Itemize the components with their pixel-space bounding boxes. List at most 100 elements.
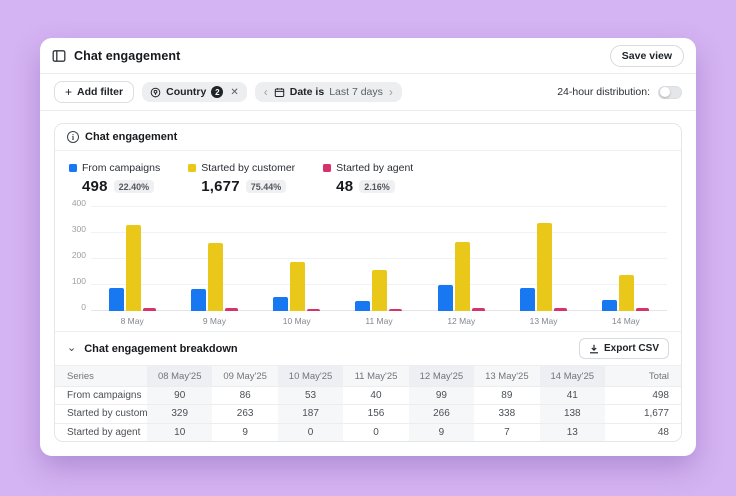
bar[interactable] [520,287,536,311]
country-filter-chip[interactable]: Country 2 ✕ [142,82,247,102]
x-axis-tick-label: 14 May [611,316,640,326]
bar[interactable] [355,300,371,311]
legend-value: 48 [336,178,354,195]
bar[interactable] [471,308,485,311]
value-cell: 90 [147,387,213,405]
legend-item-header: From campaigns [69,162,160,174]
bar[interactable] [307,309,321,311]
save-view-button[interactable]: Save view [609,45,684,67]
value-cell: 329 [147,405,213,423]
value-cell: 86 [239,390,251,402]
x-axis-tick-label: 9 May [202,316,226,326]
legend-percent-badge: 2.16% [359,180,395,193]
series-cell: Started by agent [67,426,141,438]
column-header: Total [648,370,669,382]
export-csv-button[interactable]: Export CSV [578,338,669,359]
series-cell: Started by customer [67,408,147,420]
breakdown-table: Series 08 May'25 09 May'25 10 May'25 11 May'… [55,365,681,441]
bar[interactable] [372,270,388,311]
plus-icon: + [65,85,73,99]
column-header: 09 May'25 [223,370,267,382]
card-title: Chat engagement [85,131,178,143]
download-icon [589,344,599,354]
value-cell: 7 [504,426,510,438]
table-row[interactable]: From campaigns 90 86 53 40 99 89 41 498 [55,386,681,405]
bar[interactable] [273,297,289,311]
value-cell: 138 [539,405,605,423]
legend-item[interactable]: Started by customer 1,677 75.44% [188,162,295,195]
bar[interactable] [108,287,124,311]
bar[interactable] [554,308,568,311]
bar-group [502,207,584,311]
bar[interactable] [389,309,403,311]
legend-value: 498 [82,178,108,195]
legend-swatch [69,164,77,172]
legend-stats: 1,677 75.44% [201,178,295,195]
bar[interactable] [125,225,141,311]
x-axis-tick-label: 8 May [120,316,144,326]
total-cell: 48 [657,426,669,438]
date-filter-chip[interactable]: ‹ Date is Last 7 days › [254,82,402,102]
bar[interactable] [602,300,618,311]
chat-engagement-card: i Chat engagement From campaigns 498 22.40… [54,123,682,442]
bar[interactable] [437,285,453,311]
legend-item[interactable]: From campaigns 498 22.40% [69,162,160,195]
value-cell: 187 [277,405,344,423]
app-window: Chat engagement Save view + Add filter C… [40,38,696,456]
legend-item[interactable]: Started by agent 48 2.16% [323,162,413,195]
legend-label: Started by customer [201,162,296,174]
export-csv-label: Export CSV [603,343,659,354]
value-cell: 13 [539,423,605,441]
close-icon[interactable]: ✕ [230,87,238,98]
y-axis-tick-label: 0 [81,302,86,312]
bar-group [420,207,502,311]
bar[interactable] [142,308,156,311]
bar[interactable] [619,275,635,311]
legend-item-header: Started by agent [323,162,413,174]
value-cell: 10 [147,423,213,441]
y-axis: 0 100 200 300 400 [65,198,91,329]
value-cell: 40 [370,390,382,402]
sidebar-panel-icon[interactable] [52,49,66,63]
value-cell: 338 [498,408,516,420]
info-icon: i [67,131,79,143]
legend-value: 1,677 [201,178,240,195]
chevron-down-icon[interactable]: ⌄ [67,343,76,354]
value-cell: 266 [408,405,475,423]
x-axis-tick-label: 11 May [365,316,393,326]
filter-bar: + Add filter Country 2 ✕ ‹ Date is Last … [40,74,696,111]
add-filter-label: Add filter [77,86,124,98]
distribution-toggle[interactable] [658,85,682,99]
value-cell: 0 [277,423,344,441]
column-header: 10 May'25 [277,366,344,386]
table-row[interactable]: Started by agent 10 9 0 0 9 7 13 48 [55,422,681,441]
window-header: Chat engagement Save view [40,38,696,74]
bar[interactable] [537,223,553,311]
distribution-label: 24-hour distribution: [557,86,650,98]
table-row[interactable]: Started by customer329 263 187 156 266 338 138… [55,404,681,423]
bar[interactable] [190,288,206,311]
bar-chart: 0 100 200 300 400 8 May 9 May 10 May 11 May 12 M… [55,198,681,331]
bar[interactable] [290,262,306,311]
bar[interactable] [636,307,650,311]
y-axis-tick-label: 100 [71,276,86,286]
total-cell: 1,677 [643,408,669,420]
x-axis-labels: 8 May 9 May 10 May 11 May 12 May 13 May 14 May [91,313,667,326]
breakdown-title: Chat engagement breakdown [84,342,238,355]
chevron-left-icon[interactable]: ‹ [263,86,269,98]
country-count-badge: 2 [211,86,224,98]
bar[interactable] [454,241,470,311]
chevron-right-icon[interactable]: › [388,86,394,98]
bar[interactable] [224,308,238,311]
series-cell: From campaigns [67,390,142,402]
legend-swatch [323,164,332,172]
bar[interactable] [207,242,223,311]
legend-percent-badge: 22.40% [113,180,155,193]
value-cell: 99 [408,387,475,405]
add-filter-button[interactable]: + Add filter [54,81,135,103]
plot-area: 8 May 9 May 10 May 11 May 12 May 13 May 14 May [91,206,667,329]
column-header: 13 May'25 [485,370,529,382]
table-header-row: Series 08 May'25 09 May'25 10 May'25 11 May'… [55,366,681,386]
date-filter-value: Last 7 days [329,86,383,98]
legend-percent-badge: 75.44% [245,180,287,193]
